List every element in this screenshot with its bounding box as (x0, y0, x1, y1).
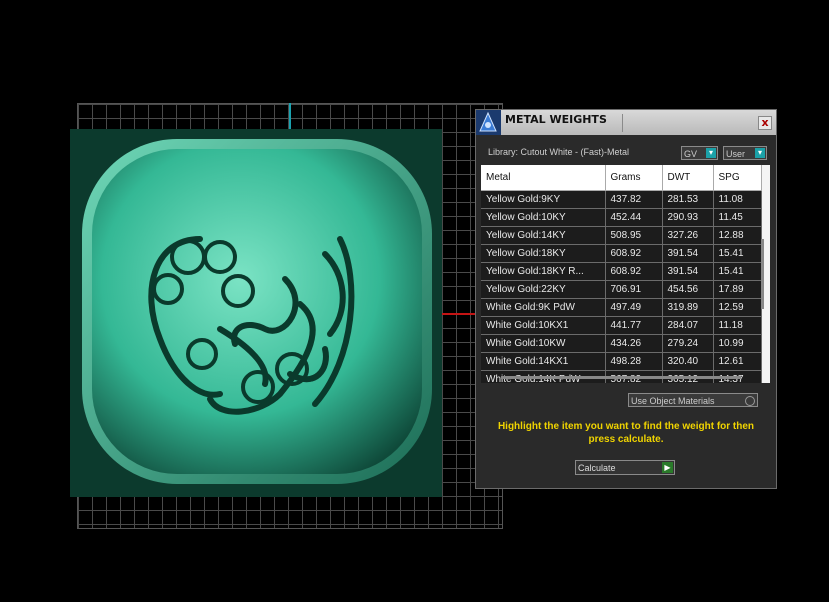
cell-metal: Yellow Gold:18KY (481, 244, 606, 263)
calculate-button[interactable]: Calculate ▶ (575, 460, 675, 475)
cell-grams: 441.77 (605, 316, 663, 335)
table-row[interactable]: Yellow Gold:10KY 452.44 290.93 11.45 (481, 208, 762, 227)
table-row[interactable]: White Gold:10KX1 441.77 284.07 11.18 (481, 316, 762, 335)
table-row[interactable]: Yellow Gold:9KY 437.82 281.53 11.08 (481, 190, 762, 209)
app-logo-icon (476, 110, 501, 135)
cell-metal: Yellow Gold:14KY (481, 226, 606, 245)
cell-grams: 608.92 (605, 262, 663, 281)
gv-select[interactable]: GV ▾ (681, 146, 718, 160)
cell-metal: White Gold:10KX1 (481, 316, 606, 335)
table-row[interactable]: Yellow Gold:18KY 608.92 391.54 15.41 (481, 244, 762, 263)
column-header-spg[interactable]: SPG (713, 165, 762, 191)
metal-weights-panel: METAL WEIGHTS x Library: Cutout White - … (475, 109, 777, 489)
table-row[interactable]: White Gold:14KX1 498.28 320.40 12.61 (481, 352, 762, 371)
cell-spg: 11.08 (713, 190, 762, 209)
cell-metal: White Gold:9K PdW (481, 298, 606, 317)
use-object-materials-label: Use Object Materials (631, 396, 715, 406)
user-select[interactable]: User ▾ (723, 146, 767, 160)
titlebar-divider (622, 114, 623, 132)
cell-dwt: 327.26 (662, 226, 714, 245)
cell-grams: 437.82 (605, 190, 663, 209)
cell-dwt: 454.56 (662, 280, 714, 299)
horizontal-scrollbar[interactable] (501, 376, 741, 379)
cell-spg: 15.41 (713, 262, 762, 281)
cell-spg: 11.18 (713, 316, 762, 335)
cell-metal: Yellow Gold:10KY (481, 208, 606, 227)
cell-dwt: 319.89 (662, 298, 714, 317)
close-icon[interactable]: x (758, 116, 772, 130)
metal-table[interactable]: Metal Grams DWT SPG Yellow Gold:9KY 437.8… (481, 165, 770, 383)
cell-grams: 608.92 (605, 244, 663, 263)
cell-metal: Yellow Gold:9KY (481, 190, 606, 209)
chevron-down-icon: ▾ (706, 148, 716, 158)
cell-grams: 497.49 (605, 298, 663, 317)
column-header-metal[interactable]: Metal (481, 165, 606, 191)
user-select-value: User (726, 149, 746, 159)
column-header-grams[interactable]: Grams (605, 165, 663, 191)
table-row[interactable]: White Gold:9K PdW 497.49 319.89 12.59 (481, 298, 762, 317)
chevron-down-icon: ▾ (755, 148, 765, 158)
pendant-model[interactable] (70, 129, 442, 497)
cell-dwt: 284.07 (662, 316, 714, 335)
cell-dwt: 281.53 (662, 190, 714, 209)
panel-titlebar[interactable]: METAL WEIGHTS x (476, 110, 776, 135)
library-label: Library: Cutout White - (Fast)-Metal (488, 147, 630, 157)
cell-grams: 508.95 (605, 226, 663, 245)
cell-spg: 12.59 (713, 298, 762, 317)
cell-dwt: 279.24 (662, 334, 714, 353)
cell-spg: 17.89 (713, 280, 762, 299)
panel-title: METAL WEIGHTS (505, 113, 607, 126)
radio-icon (745, 396, 755, 406)
cell-spg: 15.41 (713, 244, 762, 263)
table-row[interactable]: Yellow Gold:22KY 706.91 454.56 17.89 (481, 280, 762, 299)
table-row[interactable]: Yellow Gold:18KY R... 608.92 391.54 15.41 (481, 262, 762, 281)
cell-grams: 706.91 (605, 280, 663, 299)
cell-grams: 498.28 (605, 352, 663, 371)
cell-dwt: 320.40 (662, 352, 714, 371)
y-axis-line (289, 103, 291, 129)
cell-metal: White Gold:14KX1 (481, 352, 606, 371)
cell-dwt: 290.93 (662, 208, 714, 227)
cell-spg: 11.45 (713, 208, 762, 227)
cell-dwt: 391.54 (662, 262, 714, 281)
play-icon: ▶ (662, 462, 673, 473)
column-header-dwt[interactable]: DWT (662, 165, 714, 191)
vertical-scrollbar[interactable] (761, 239, 764, 309)
table-header-row: Metal Grams DWT SPG (481, 165, 762, 191)
gv-select-value: GV (684, 149, 698, 159)
table-row[interactable]: Yellow Gold:14KY 508.95 327.26 12.88 (481, 226, 762, 245)
cell-spg: 10.99 (713, 334, 762, 353)
table-row[interactable]: White Gold:10KW 434.26 279.24 10.99 (481, 334, 762, 353)
cell-metal: Yellow Gold:18KY R... (481, 262, 606, 281)
cell-metal: Yellow Gold:22KY (481, 280, 606, 299)
cell-grams: 434.26 (605, 334, 663, 353)
cell-spg: 12.61 (713, 352, 762, 371)
cell-dwt: 391.54 (662, 244, 714, 263)
calculate-label: Calculate (578, 463, 616, 473)
use-object-materials-select[interactable]: Use Object Materials (628, 393, 758, 407)
cell-grams: 452.44 (605, 208, 663, 227)
hint-text: Highlight the item you want to find the … (497, 421, 755, 445)
cell-metal: White Gold:10KW (481, 334, 606, 353)
cell-spg: 12.88 (713, 226, 762, 245)
